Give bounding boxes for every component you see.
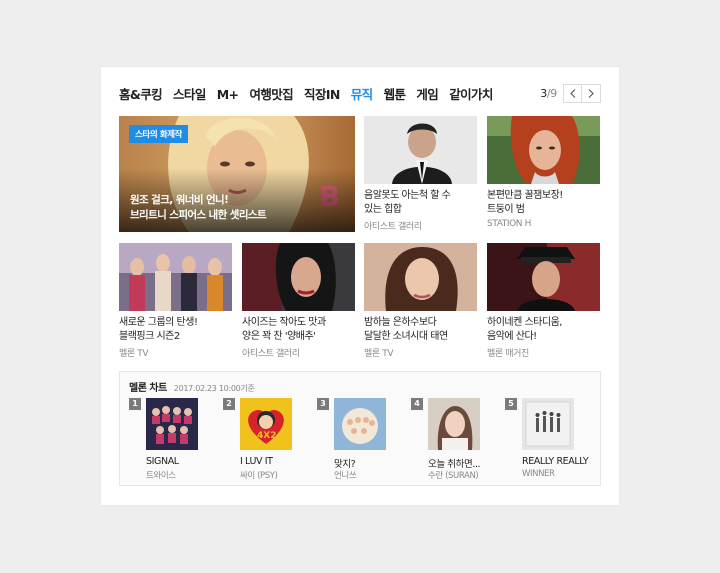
caption-line: 트둥이 범: [487, 203, 525, 215]
article-thumbnail: [119, 243, 232, 311]
chart-header: 멜론 차트 2017.02.23 10:00기준: [129, 379, 255, 394]
song-title: 맞지?: [334, 459, 356, 470]
chevron-right-icon: [588, 89, 594, 98]
caption-line: 본편만큼 꿀잼보장!: [487, 190, 563, 201]
article-tile[interactable]: 음알못도 아는척 할 수 있는 힙합 아티스트 갤러리: [364, 116, 477, 232]
caption-line: 음악에 산다!: [487, 330, 537, 342]
article-thumbnail: [487, 116, 600, 184]
rank-badge: 3: [317, 398, 329, 410]
rank-badge: 2: [223, 398, 235, 410]
tab-music[interactable]: 뮤직: [351, 86, 373, 104]
article-tile[interactable]: 밤하늘 은하수보다 달달한 소녀시대 태연 멜론 TV: [364, 243, 477, 359]
category-tabs: 홈&쿠킹 스타일 M+ 여행맛집 직장IN 뮤직 웹툰 게임 같이가치: [119, 86, 504, 104]
article-thumbnail: [487, 243, 600, 311]
artist-name: 싸이 (PSY): [240, 471, 278, 481]
caption-line: 사이즈는 작아도 맛과: [242, 317, 326, 328]
article-tile[interactable]: 새로운 그룹의 탄생! 블랙핑크 시즌2 멜론 TV: [119, 243, 232, 359]
page-current: 3: [540, 87, 547, 100]
tab-work[interactable]: 직장IN: [304, 86, 340, 104]
page-total: /9: [546, 87, 557, 100]
tab-together[interactable]: 같이가치: [449, 86, 493, 104]
hero-title-line: 브리트니 스피어스 내한 셋리스트: [130, 209, 267, 221]
page-indicator: 3/9: [540, 87, 557, 100]
album-cover: 4X2: [240, 398, 292, 450]
article-caption: 사이즈는 작아도 맛과 양은 꽉 찬 '양배추': [242, 316, 355, 343]
chart-entry[interactable]: 5 REALLY REALLY WINNER: [505, 398, 599, 482]
tab-webtoon[interactable]: 웹툰: [384, 86, 406, 104]
rank-badge: 4: [411, 398, 423, 410]
album-cover: [146, 398, 198, 450]
prev-page-button[interactable]: [563, 84, 582, 103]
caption-line: 밤하늘 은하수보다: [364, 317, 437, 328]
article-thumbnail: [364, 116, 477, 184]
article-caption: 새로운 그룹의 탄생! 블랙핑크 시즌2: [119, 316, 232, 343]
article-source: 멜론 TV: [364, 349, 394, 359]
song-title: REALLY REALLY: [522, 456, 589, 467]
caption-line: 달달한 소녀시대 태연: [364, 330, 448, 342]
pager: 3/9: [540, 84, 601, 103]
article-tile[interactable]: 하이네켄 스타디움, 음악에 산다! 멜론 매거진: [487, 243, 600, 359]
song-title: 오늘 취하면...: [428, 459, 481, 470]
chart-entry[interactable]: 4 오늘 취하면... 수란 (SURAN): [411, 398, 505, 482]
article-source: 아티스트 갤러리: [364, 222, 422, 232]
article-caption: 하이네켄 스타디움, 음악에 산다!: [487, 316, 600, 343]
article-caption: 밤하늘 은하수보다 달달한 소녀시대 태연: [364, 316, 477, 343]
article-tile[interactable]: 사이즈는 작아도 맛과 양은 꽉 찬 '양배추' 아티스트 갤러리: [242, 243, 355, 359]
hero-badge: 스타의 화제작: [129, 125, 189, 143]
article-thumbnail: [242, 243, 355, 311]
article-thumbnail: [364, 243, 477, 311]
article-source: 아티스트 갤러리: [242, 349, 300, 359]
tab-m-plus[interactable]: M+: [217, 86, 239, 104]
tab-travel-food[interactable]: 여행맛집: [249, 86, 293, 104]
caption-line: 새로운 그룹의 탄생!: [119, 317, 198, 328]
rank-badge: 5: [505, 398, 517, 410]
article-caption: 음알못도 아는척 할 수 있는 힙합: [364, 189, 477, 216]
svg-text:4X2: 4X2: [257, 431, 276, 441]
article-source: STATION H: [487, 219, 531, 229]
chart-date: 2017.02.23 10:00기준: [173, 384, 255, 393]
caption-line: 블랙핑크 시즌2: [119, 330, 180, 342]
hero-title-line: 원조 걸크, 워너비 언니!: [130, 194, 229, 206]
caption-line: 양은 꽉 찬 '양배추': [242, 330, 316, 342]
rank-badge: 1: [129, 398, 141, 410]
article-source: 멜론 TV: [119, 349, 149, 359]
chart-title[interactable]: 멜론 차트: [129, 379, 167, 394]
hero-image: B 스타의 화제작 원조 걸크, 워너비 언니! 브리트니 스피어스 내한 셋리…: [119, 116, 355, 232]
article-caption: 본편만큼 꿀잼보장! 트둥이 범: [487, 189, 600, 216]
tab-game[interactable]: 게임: [416, 86, 438, 104]
next-page-button[interactable]: [582, 84, 601, 103]
content-card: 홈&쿠킹 스타일 M+ 여행맛집 직장IN 뮤직 웹툰 게임 같이가치 3/9: [101, 67, 619, 505]
chevron-left-icon: [569, 89, 575, 98]
artist-name: 트와이스: [146, 471, 176, 481]
album-cover: [428, 398, 480, 450]
artist-name: WINNER: [522, 469, 555, 479]
tab-home-cooking[interactable]: 홈&쿠킹: [119, 86, 163, 104]
caption-line: 하이네켄 스타디움,: [487, 317, 562, 328]
artist-name: 언니쓰: [334, 471, 357, 481]
chart-entry[interactable]: 2 4X2 I LUV IT 싸이 (PSY): [223, 398, 317, 482]
caption-line: 있는 힙합: [364, 203, 402, 215]
artist-name: 수란 (SURAN): [428, 471, 479, 481]
song-title: I LUV IT: [240, 456, 273, 467]
chart-entry[interactable]: 1 SIGNAL 트와이스: [129, 398, 223, 482]
hero-article[interactable]: B 스타의 화제작 원조 걸크, 워너비 언니! 브리트니 스피어스 내한 셋리…: [119, 116, 355, 232]
album-cover: [522, 398, 574, 450]
article-source: 멜론 매거진: [487, 349, 529, 359]
song-title: SIGNAL: [146, 456, 179, 467]
melon-chart: 멜론 차트 2017.02.23 10:00기준 1 SIGNAL 트와이스 2: [119, 371, 601, 486]
caption-line: 음알못도 아는척 할 수: [364, 190, 451, 201]
article-tile[interactable]: 본편만큼 꿀잼보장! 트둥이 범 STATION H: [487, 116, 600, 229]
hero-title: 원조 걸크, 워너비 언니! 브리트니 스피어스 내한 셋리스트: [130, 193, 267, 223]
tab-style[interactable]: 스타일: [173, 86, 206, 104]
chart-entry[interactable]: 3 맞지? 언니쓰: [317, 398, 411, 482]
album-cover: [334, 398, 386, 450]
